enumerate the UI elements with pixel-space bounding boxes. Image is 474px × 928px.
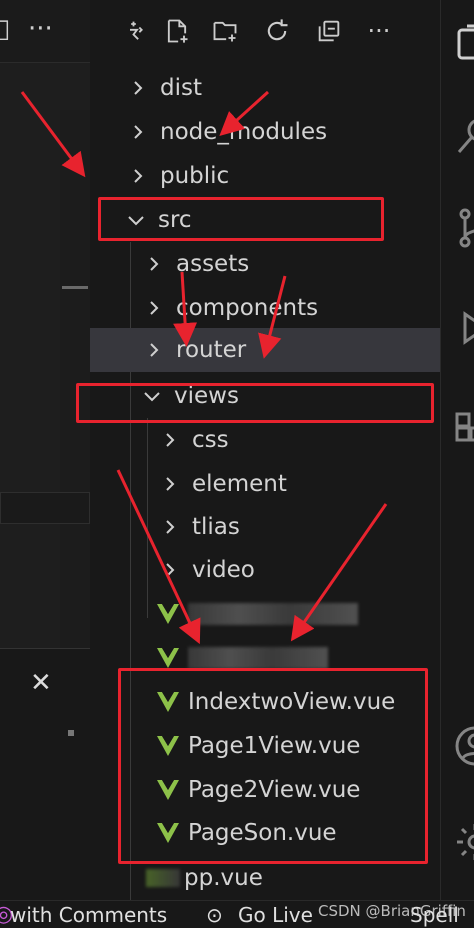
editor-scroll-marker bbox=[62, 286, 88, 289]
blurred-filename bbox=[188, 647, 328, 669]
comments-status[interactable]: with Comments bbox=[10, 903, 167, 927]
chevron-right-icon bbox=[160, 474, 180, 494]
folder-label: components bbox=[176, 295, 319, 321]
chevron-right-icon bbox=[144, 340, 164, 360]
editor-input-box[interactable] bbox=[0, 492, 90, 524]
editor-tab-bar: ▯ ··· bbox=[0, 0, 90, 63]
chevron-right-icon bbox=[128, 166, 148, 186]
folder-label: assets bbox=[176, 251, 250, 277]
tree-file-blurred[interactable] bbox=[90, 592, 474, 636]
folder-label: tlias bbox=[192, 514, 240, 540]
collapse-all-icon[interactable] bbox=[312, 14, 346, 48]
vue-file-icon bbox=[156, 647, 180, 669]
tab-edge-icon[interactable]: ▯ bbox=[0, 14, 10, 44]
new-file-icon[interactable] bbox=[160, 14, 194, 48]
folder-label: video bbox=[192, 557, 255, 583]
tree-folder-element[interactable]: element bbox=[90, 462, 474, 506]
tree-folder-dist[interactable]: dist bbox=[90, 66, 468, 110]
tree-folder-node-modules[interactable]: node_modules bbox=[90, 110, 468, 154]
annotation-box-src bbox=[98, 197, 384, 241]
explorer-icon[interactable] bbox=[453, 20, 474, 64]
go-live-button[interactable]: Go Live bbox=[238, 903, 313, 927]
tree-folder-assets[interactable]: assets bbox=[90, 242, 474, 286]
run-debug-icon[interactable] bbox=[453, 310, 474, 354]
editor-scroll-track[interactable] bbox=[60, 110, 90, 650]
tree-folder-tlias[interactable]: tlias bbox=[90, 505, 474, 549]
chevron-right-icon bbox=[144, 298, 164, 318]
extensions-icon[interactable] bbox=[453, 404, 474, 448]
annotation-box-views bbox=[76, 383, 434, 423]
annotation-box-vue-files bbox=[118, 668, 428, 864]
folder-label: public bbox=[160, 163, 230, 189]
more-actions-icon[interactable]: ··· bbox=[28, 14, 53, 44]
broadcast-icon: ⊙ bbox=[206, 903, 223, 927]
folder-label: css bbox=[192, 427, 229, 453]
blurred-filename bbox=[188, 603, 358, 625]
tree-folder-router[interactable]: router bbox=[90, 328, 474, 372]
chevron-right-icon bbox=[128, 78, 148, 98]
tree-folder-css[interactable]: css bbox=[90, 418, 474, 462]
close-panel-icon[interactable]: ✕ bbox=[30, 668, 52, 698]
folder-label: router bbox=[176, 337, 247, 363]
folder-label: dist bbox=[160, 75, 202, 101]
file-label: pp.vue bbox=[184, 865, 263, 891]
blurred-icon bbox=[146, 869, 180, 887]
chevron-right-icon bbox=[128, 122, 148, 142]
tree-folder-video[interactable]: video bbox=[90, 548, 474, 592]
folder-label: element bbox=[192, 471, 287, 497]
panel-indicator bbox=[68, 730, 74, 736]
vue-file-icon bbox=[156, 603, 180, 625]
new-folder-icon[interactable] bbox=[208, 14, 242, 48]
chevron-right-icon bbox=[160, 560, 180, 580]
vscode-window: ▯ ··· ✕ ··· dist node_modules public src… bbox=[0, 0, 474, 928]
folder-label: node_modules bbox=[160, 119, 328, 145]
watermark: CSDN @BrianGriffin bbox=[318, 902, 466, 920]
more-icon[interactable]: ··· bbox=[362, 14, 396, 48]
chevron-right-icon bbox=[160, 517, 180, 537]
account-icon[interactable] bbox=[453, 724, 474, 768]
chevron-right-icon bbox=[144, 254, 164, 274]
settings-gear-icon[interactable] bbox=[453, 820, 474, 864]
chevron-right-icon bbox=[160, 430, 180, 450]
refresh-icon[interactable] bbox=[260, 14, 294, 48]
tree-folder-components[interactable]: components bbox=[90, 286, 474, 330]
explorer-toolbar: ··· bbox=[90, 0, 440, 62]
extension-icon[interactable] bbox=[120, 14, 154, 48]
source-control-icon[interactable] bbox=[453, 206, 474, 250]
search-icon[interactable] bbox=[453, 114, 474, 158]
tree-folder-public[interactable]: public bbox=[90, 154, 468, 198]
activity-bar bbox=[440, 0, 474, 900]
